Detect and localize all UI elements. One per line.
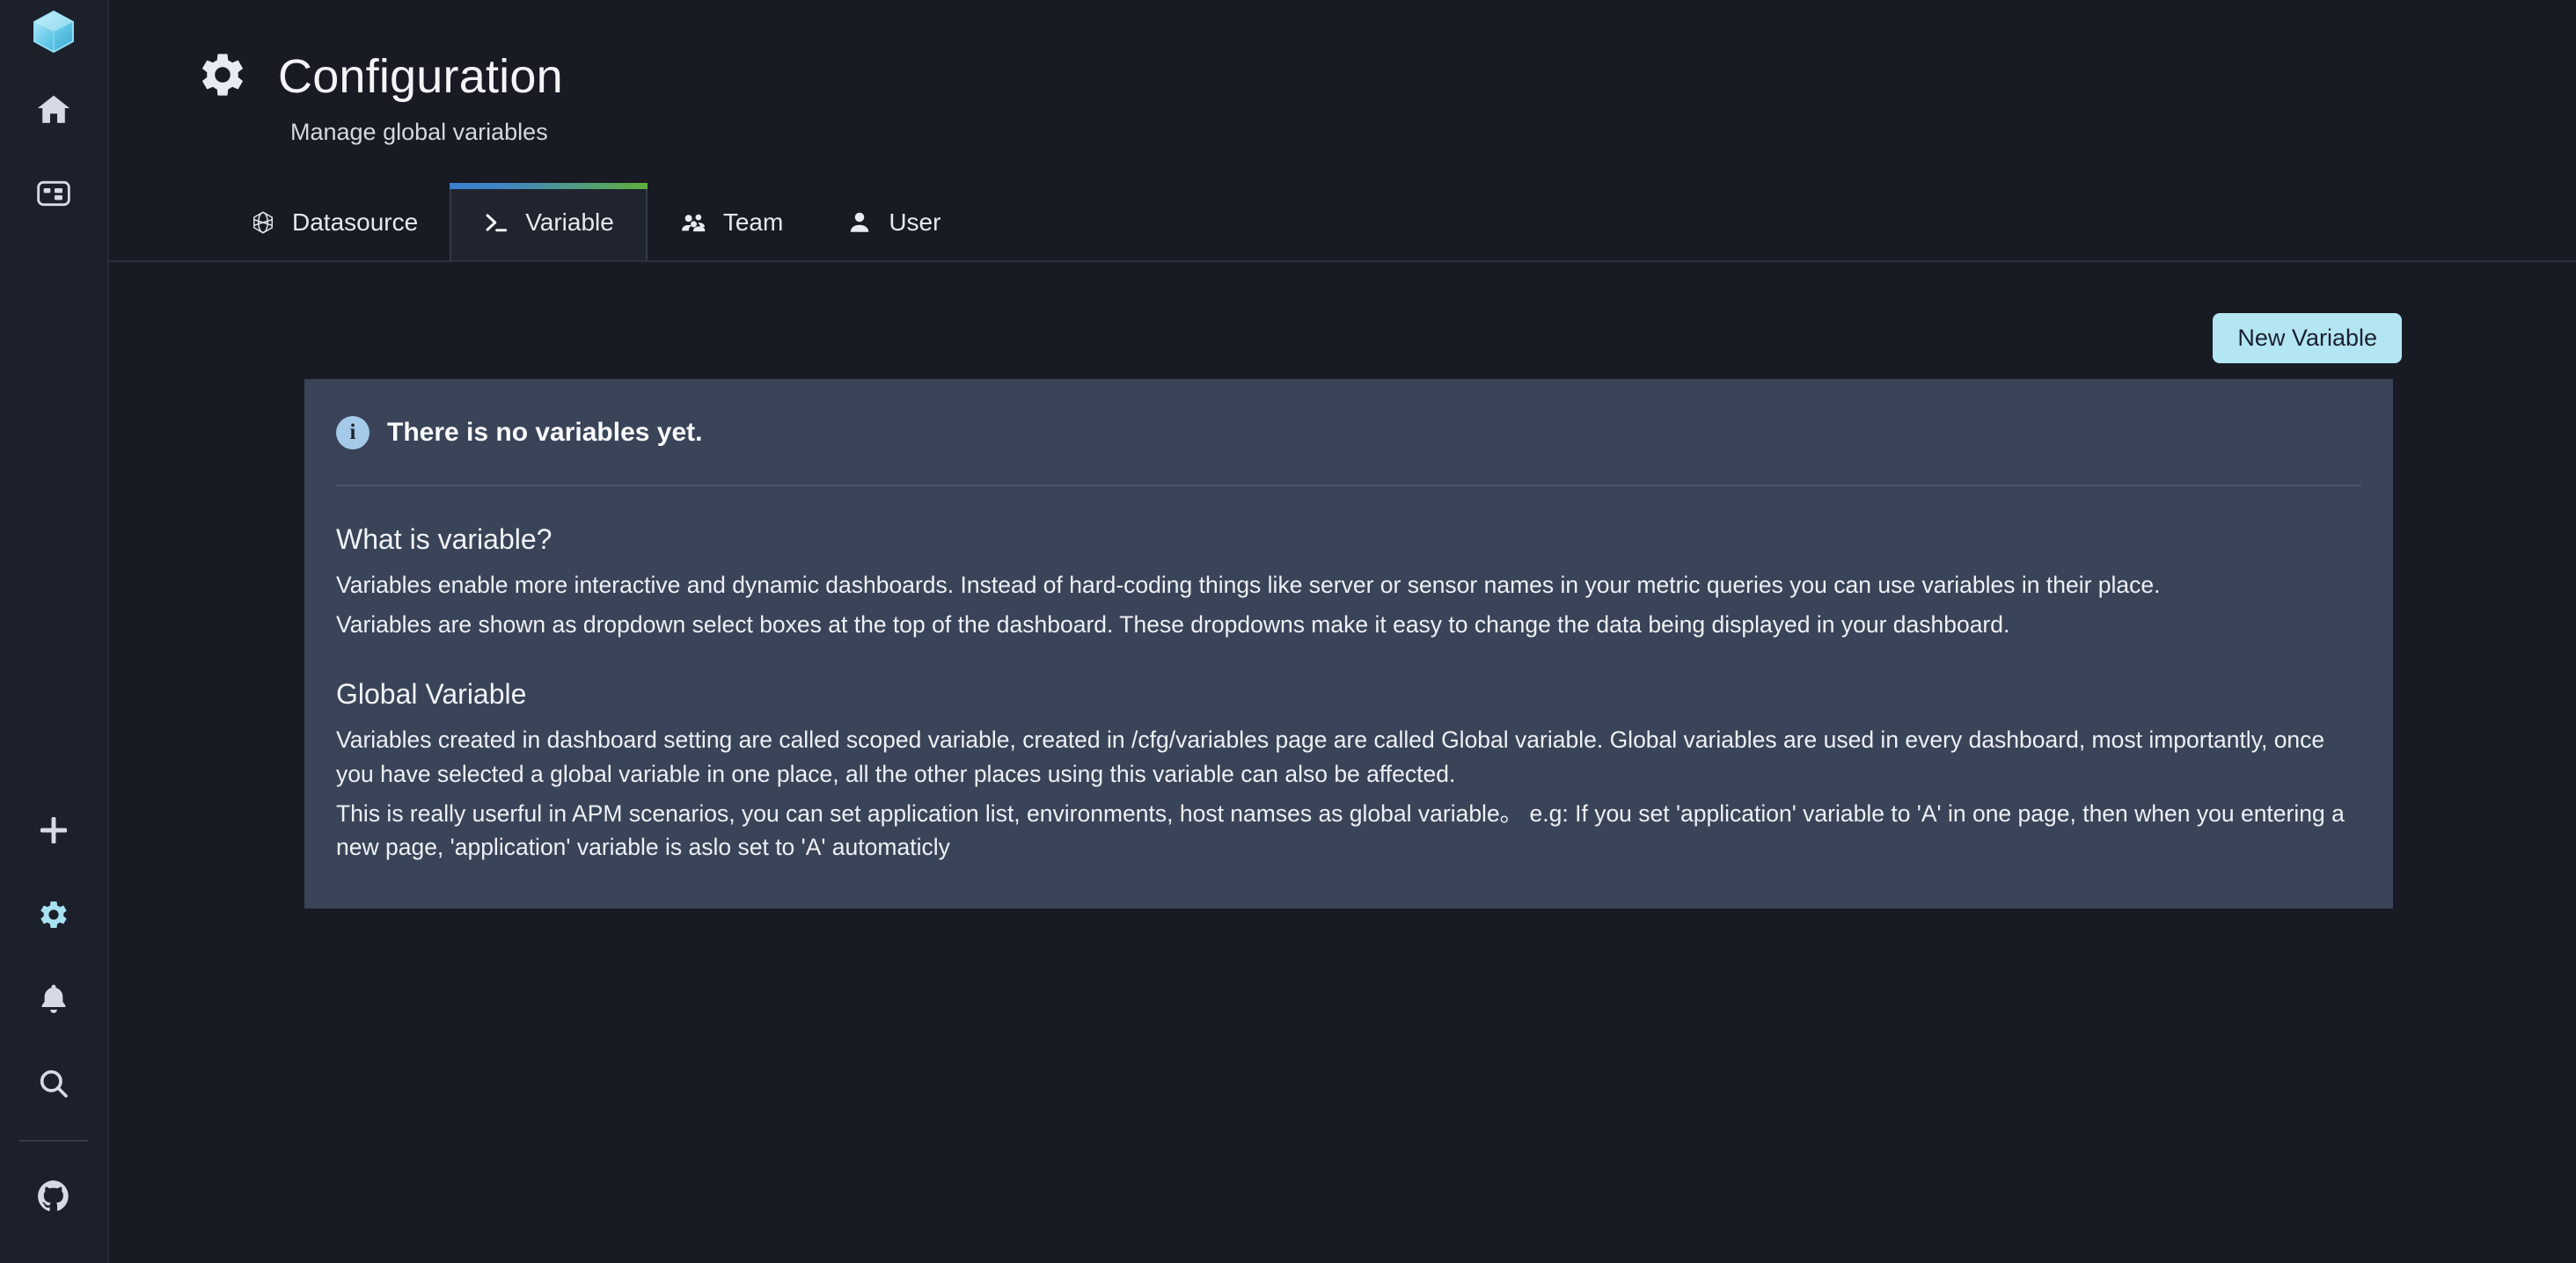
gear-icon: [194, 46, 252, 108]
sidebar-bottom-group: [0, 788, 107, 1263]
tab-label: Datasource: [292, 208, 419, 236]
sidebar-item-home[interactable]: [0, 67, 108, 151]
tab-team[interactable]: Team: [648, 185, 815, 260]
content-area: New Variable i There is no variables yet…: [109, 262, 2576, 909]
app-root: Configuration Manage global variables Da…: [0, 0, 2576, 1263]
team-people-icon: [679, 208, 707, 237]
section-heading-global-variable: Global Variable: [336, 678, 527, 711]
page-subtitle: Manage global variables: [290, 119, 548, 145]
tab-bar: Datasource Variable Team User: [109, 183, 2576, 262]
section-paragraph: Variables are shown as dropdown select b…: [336, 610, 2010, 638]
sidebar-item-dashboards[interactable]: [0, 151, 108, 236]
tab-user[interactable]: User: [815, 185, 972, 260]
new-variable-button[interactable]: New Variable: [2213, 313, 2402, 363]
sidebar-item-alerting[interactable]: [0, 957, 108, 1041]
user-person-icon: [846, 209, 873, 236]
tab-label: Team: [722, 208, 784, 236]
empty-state-message: There is no variables yet.: [387, 418, 703, 447]
toolbar: New Variable: [218, 262, 2485, 363]
section-paragraph: Variables created in dashboard setting a…: [336, 726, 2325, 788]
tab-datasource[interactable]: Datasource: [218, 185, 450, 260]
empty-state-panel: i There is no variables yet. What is var…: [304, 379, 2393, 909]
sidebar-divider: [19, 1140, 88, 1142]
tab-variable[interactable]: Variable: [450, 183, 648, 260]
page-title: Configuration: [278, 50, 563, 104]
section-paragraph: This is really userful in APM scenarios,…: [336, 799, 2345, 861]
app-logo[interactable]: [0, 0, 108, 67]
tab-label: User: [889, 208, 941, 236]
search-icon: [36, 1066, 71, 1101]
dashboard-grid-icon: [36, 176, 71, 211]
page-title-row: Configuration: [194, 46, 2576, 108]
sidebar-item-new[interactable]: [0, 788, 108, 872]
sidebar-item-github[interactable]: [0, 1154, 108, 1238]
sidebar-item-search[interactable]: [0, 1041, 108, 1126]
plus-icon: [35, 812, 72, 849]
terminal-prompt-icon: [483, 209, 509, 236]
gem-logo-icon: [31, 9, 77, 59]
sidebar-top-group: [0, 0, 108, 236]
github-icon: [35, 1178, 72, 1215]
bell-icon: [36, 982, 71, 1017]
section-paragraph: Variables enable more interactive and dy…: [336, 572, 2161, 598]
hexagon-datasource-icon: [250, 209, 276, 236]
section-heading-what-is-variable: What is variable?: [336, 523, 553, 555]
page-header: Configuration Manage global variables: [109, 0, 2576, 146]
info-icon: i: [336, 416, 370, 449]
gear-icon: [35, 896, 72, 933]
sidebar-item-configuration[interactable]: [0, 872, 108, 957]
sidebar: [0, 0, 109, 1263]
home-icon: [35, 91, 72, 128]
main-area: Configuration Manage global variables Da…: [109, 0, 2576, 1263]
empty-state-alert: i There is no variables yet.: [336, 416, 2361, 486]
tab-label: Variable: [525, 208, 614, 236]
